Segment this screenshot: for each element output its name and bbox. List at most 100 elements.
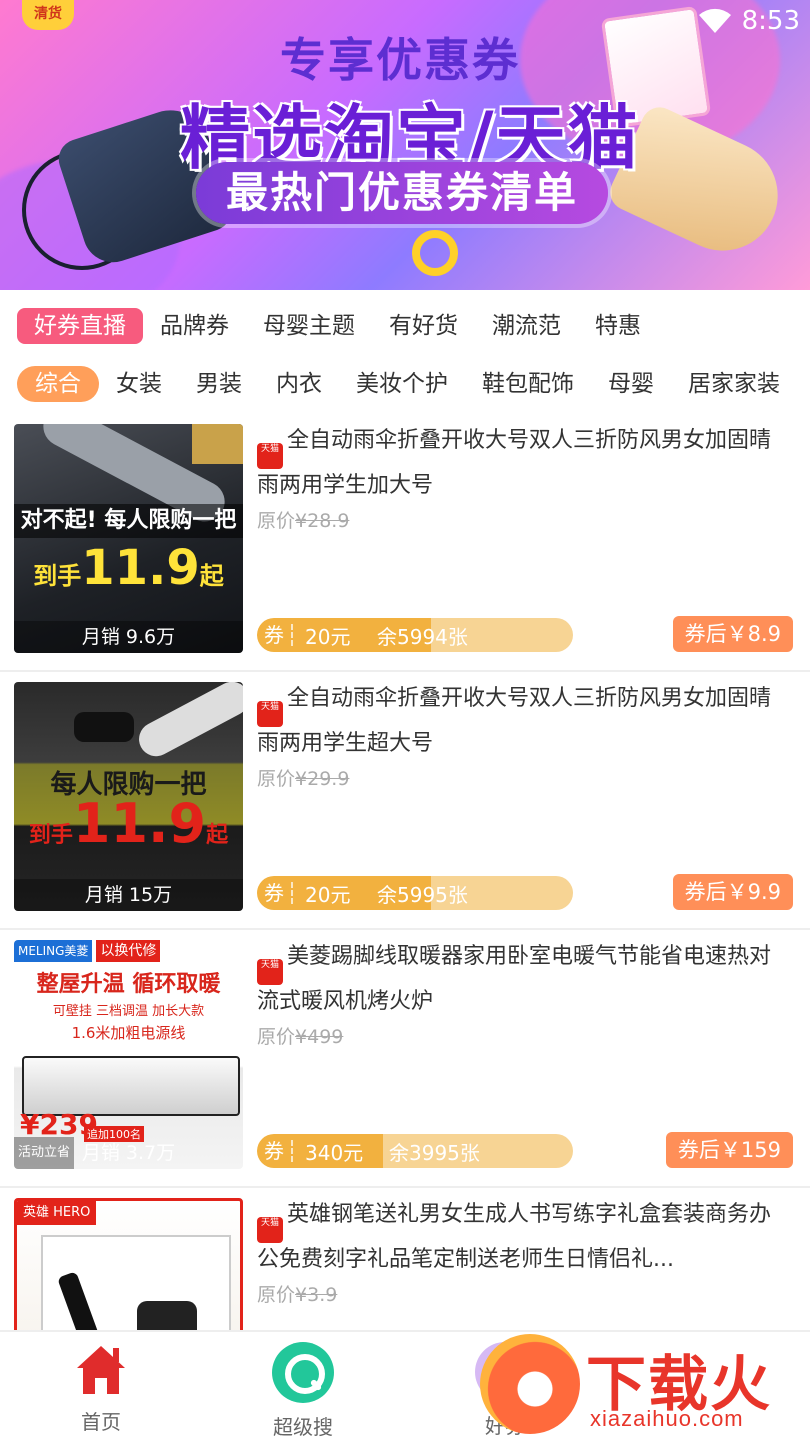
product-title: 天猫 全自动雨伞折叠开收大号双人三折防风男女加固晴雨两用学生加大号 <box>257 424 777 503</box>
promo-banner[interactable]: 清货 专享优惠券 精选淘宝/天猫 最热门优惠券清单 8:53 <box>0 0 810 290</box>
original-price-value: ¥3.9 <box>295 1284 338 1306</box>
image-price: 11.9 <box>81 540 200 596</box>
product-image[interactable]: 每人限购一把 到手11.9起 月销 15万 <box>14 682 243 911</box>
image-tag: 以换代修 <box>96 940 161 962</box>
product-item[interactable]: 每人限购一把 到手11.9起 月销 15万 天猫 全自动雨伞折叠开收大号双人三折防… <box>0 672 810 930</box>
image-price-suffix: 起 <box>206 823 229 848</box>
original-price: 原价¥3.9 <box>257 1280 337 1307</box>
product-title-text: 美菱踢脚线取暖器家用卧室电暖气节能省电速热对流式暖风机烤火炉 <box>257 944 772 1014</box>
image-price-line: 到手11.9起 <box>14 792 243 855</box>
nav-search-label: 超级搜 <box>273 1415 333 1439</box>
product-image[interactable]: MELING美菱 以换代修 整屋升温 循环取暖 可壁挂 三档调温 加长大款 1.… <box>14 940 243 1169</box>
coupon-label: 券 <box>257 1140 293 1162</box>
home-icon <box>77 1346 125 1394</box>
coupon-label: 券 <box>257 624 293 646</box>
original-price: 原价¥29.9 <box>257 764 349 791</box>
wifi-icon <box>698 8 732 34</box>
image-price-prefix: 到手 <box>33 562 82 590</box>
image-brand-row: MELING美菱 以换代修 <box>14 940 161 962</box>
category-shoes-bags[interactable]: 鞋包配饰 <box>465 366 591 402</box>
after-coupon-price-button[interactable]: 券后￥8.9 <box>672 616 793 652</box>
brand-logo: MELING美菱 <box>14 940 93 962</box>
tmall-icon: 天猫 <box>257 443 283 469</box>
tab-special[interactable]: 特惠 <box>578 308 658 344</box>
original-price-value: ¥28.9 <box>295 510 350 532</box>
original-price-value: ¥29.9 <box>295 768 350 790</box>
coupon-label: 券 <box>257 882 293 904</box>
product-title: 天猫 全自动雨伞折叠开收大号双人三折防风男女加固晴雨两用学生超大号 <box>257 682 777 761</box>
category-underwear[interactable]: 内衣 <box>259 366 339 402</box>
coupon-remaining: 余3995张 <box>389 1140 480 1165</box>
tmall-icon: 天猫 <box>257 959 283 985</box>
nav-home-label: 首页 <box>81 1410 121 1434</box>
image-cord: 1.6米加粗电源线 <box>71 1024 186 1042</box>
coupon-remaining: 余5995张 <box>377 882 468 907</box>
coupon-amount: 20元 <box>305 624 351 649</box>
category-beauty[interactable]: 美妆个护 <box>339 366 465 402</box>
image-headline: 对不起! 每人限购一把 <box>14 504 243 538</box>
original-price-label: 原价 <box>257 1284 296 1306</box>
banner-pill: 最热门优惠券清单 <box>196 162 608 224</box>
product-title-text: 英雄钢笔送礼男女生成人书写练字礼盒套装商务办公免费刻字礼品笔定制送老师生日情侣礼… <box>257 1202 772 1272</box>
after-coupon-price-button[interactable]: 券后￥9.9 <box>672 874 793 910</box>
original-price-label: 原价 <box>257 768 296 790</box>
monthly-sales: 月销 15万 <box>14 879 243 911</box>
tab-trend[interactable]: 潮流范 <box>475 308 578 344</box>
ring-decoration <box>412 230 458 276</box>
coupon-bar[interactable]: 券 20元 余5994张 <box>257 618 573 652</box>
coupon-bar[interactable]: 券 340元 余3995张 <box>257 1134 573 1168</box>
top-tabs: 好券直播 品牌券 母婴主题 有好货 潮流范 特惠 <box>0 300 810 352</box>
monthly-sales: 月销 9.6万 <box>14 621 243 653</box>
image-features: 可壁挂 三档调温 加长大款 <box>52 1004 205 1019</box>
corner-tag: 清货 <box>22 0 74 30</box>
original-price-label: 原价 <box>257 510 296 532</box>
flame-logo-icon <box>480 1334 580 1434</box>
banner-subtitle: 专享优惠券 <box>280 33 520 87</box>
image-price: 11.9 <box>72 792 207 855</box>
category-men[interactable]: 男装 <box>179 366 259 402</box>
tab-mother-baby[interactable]: 母婴主题 <box>246 308 372 344</box>
product-title: 天猫 美菱踢脚线取暖器家用卧室电暖气节能省电速热对流式暖风机烤火炉 <box>257 940 777 1019</box>
tab-good-goods[interactable]: 有好货 <box>372 308 475 344</box>
product-title-text: 全自动雨伞折叠开收大号双人三折防风男女加固晴雨两用学生超大号 <box>257 686 772 756</box>
status-time: 8:53 <box>741 6 800 36</box>
car-key <box>74 712 134 742</box>
coupon-remaining: 余5994张 <box>377 624 468 649</box>
product-item[interactable]: 对不起! 每人限购一把 到手11.9起 月销 9.6万 天猫 全自动雨伞折叠开收大… <box>0 414 810 672</box>
image-price-suffix: 起 <box>199 562 224 590</box>
tmall-icon: 天猫 <box>257 1217 283 1243</box>
original-price-value: ¥499 <box>295 1026 344 1048</box>
coupon-bar[interactable]: 券 20元 余5995张 <box>257 876 573 910</box>
gold-block <box>192 424 243 464</box>
watermark: 下载火 xiazaihuo.com <box>470 1330 810 1440</box>
category-baby[interactable]: 母婴 <box>591 366 671 402</box>
nav-home[interactable]: 首页 <box>0 1332 202 1440</box>
tmall-icon: 天猫 <box>257 701 283 727</box>
coupon-amount: 340元 <box>305 1140 364 1165</box>
watermark-url: xiazaihuo.com <box>590 1406 744 1431</box>
category-women[interactable]: 女装 <box>99 366 179 402</box>
search-icon <box>272 1342 334 1403</box>
product-image[interactable]: 对不起! 每人限购一把 到手11.9起 月销 9.6万 <box>14 424 243 653</box>
status-bar: 8:53 <box>698 6 800 36</box>
product-title: 天猫 英雄钢笔送礼男女生成人书写练字礼盒套装商务办公免费刻字礼品笔定制送老师生日情… <box>257 1198 777 1277</box>
original-price: 原价¥499 <box>257 1022 343 1049</box>
monthly-sales: 月销 3.7万 <box>81 1142 176 1164</box>
original-price-label: 原价 <box>257 1026 296 1048</box>
heater-image <box>22 1056 240 1116</box>
brand-logo: 英雄 HERO <box>17 1201 97 1225</box>
product-item[interactable]: MELING美菱 以换代修 整屋升温 循环取暖 可壁挂 三档调温 加长大款 1.… <box>0 930 810 1188</box>
image-price-line: 到手11.9起 <box>14 540 243 596</box>
category-all[interactable]: 综合 <box>17 366 99 402</box>
nav-super-search[interactable]: 超级搜 <box>202 1332 404 1440</box>
product-list: 对不起! 每人限购一把 到手11.9起 月销 9.6万 天猫 全自动雨伞折叠开收大… <box>0 414 810 1440</box>
original-price: 原价¥28.9 <box>257 506 349 533</box>
after-coupon-price-button[interactable]: 券后￥159 <box>665 1132 793 1168</box>
product-title-text: 全自动雨伞折叠开收大号双人三折防风男女加固晴雨两用学生加大号 <box>257 428 772 498</box>
category-home[interactable]: 居家家装 <box>671 366 797 402</box>
image-price-prefix: 到手 <box>28 823 73 848</box>
tab-coupon-live[interactable]: 好券直播 <box>17 308 143 344</box>
coupon-amount: 20元 <box>305 882 351 907</box>
tab-brand-coupon[interactable]: 品牌券 <box>143 308 246 344</box>
image-headline: 整屋升温 循环取暖 <box>36 972 221 997</box>
